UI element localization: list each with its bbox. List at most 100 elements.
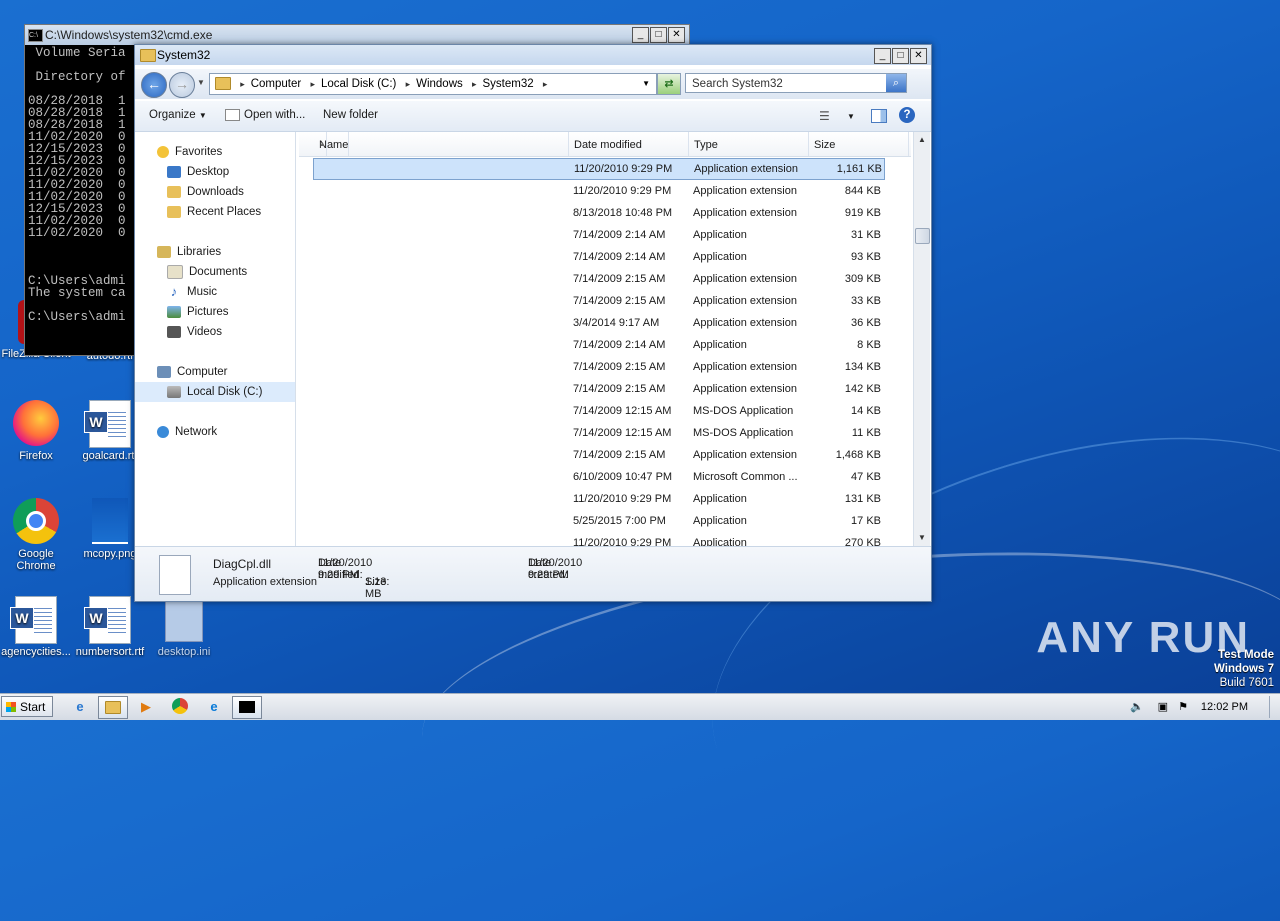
address-dropdown-icon[interactable]: ▼ bbox=[642, 74, 650, 94]
nav-pictures[interactable]: Pictures bbox=[135, 302, 295, 322]
file-date: 7/14/2009 2:15 AM bbox=[573, 383, 666, 395]
breadcrumb-item[interactable]: ▸ System32 bbox=[472, 74, 534, 94]
explorer-window[interactable]: System32 _ □ ✕ ← → ▼ ▸ Computer ▸ Local Di… bbox=[134, 44, 932, 602]
column-size[interactable]: Size bbox=[809, 132, 909, 156]
file-row[interactable]: diskpart.exe11/20/2010 9:29 PMApplicatio… bbox=[313, 488, 885, 510]
file-date: 7/14/2009 2:14 AM bbox=[573, 251, 666, 263]
internet-explorer-icon[interactable]: e bbox=[66, 696, 94, 717]
nav-downloads[interactable]: Downloads bbox=[135, 182, 295, 202]
refresh-button[interactable]: ⇄ bbox=[657, 73, 681, 95]
column-date-modified[interactable]: Date modified bbox=[569, 132, 689, 156]
nav-libraries[interactable]: Libraries bbox=[135, 242, 295, 262]
explorer-taskbar-icon[interactable] bbox=[98, 696, 128, 719]
media-player-icon[interactable]: ▶ bbox=[132, 696, 160, 717]
back-button[interactable]: ← bbox=[141, 72, 167, 98]
column-type[interactable]: Type bbox=[689, 132, 809, 156]
file-row[interactable]: diskraid.exe11/20/2010 9:29 PMApplicatio… bbox=[313, 532, 885, 546]
desktop-icon-numbersort[interactable]: numbersort.rtf bbox=[74, 596, 146, 658]
file-row[interactable]: diskperf.exe5/25/2015 7:00 PMApplication… bbox=[313, 510, 885, 532]
maximize-button[interactable]: □ bbox=[892, 48, 909, 64]
file-row[interactable]: diagtrack.dll8/13/2018 10:48 PMApplicati… bbox=[313, 202, 885, 224]
file-date: 6/10/2009 10:47 PM bbox=[573, 471, 673, 483]
file-row[interactable]: difxapi.dll7/14/2009 2:15 AMApplication … bbox=[313, 268, 885, 290]
close-button[interactable]: ✕ bbox=[910, 48, 927, 64]
breadcrumb-chevron-icon[interactable]: ▸ bbox=[543, 74, 554, 94]
file-row[interactable]: diantz.exe7/14/2009 2:14 AMApplication93… bbox=[313, 246, 885, 268]
file-type: Application bbox=[693, 493, 747, 505]
dll-file-icon bbox=[159, 555, 191, 595]
desktop-icon-agencycities[interactable]: agencycities... bbox=[0, 596, 72, 658]
column-name[interactable]: Name ▲ bbox=[309, 132, 569, 156]
file-date: 7/14/2009 12:15 AM bbox=[573, 427, 672, 439]
word-doc-icon bbox=[84, 596, 131, 644]
breadcrumb-item[interactable]: ▸ Computer bbox=[240, 74, 301, 94]
cmd-taskbar-icon[interactable] bbox=[232, 696, 262, 719]
close-button[interactable]: ✕ bbox=[668, 27, 685, 43]
organize-button[interactable]: Organize ▼ bbox=[149, 109, 207, 121]
chrome-taskbar-icon[interactable] bbox=[166, 696, 194, 717]
desktop-icon-desktop-ini[interactable]: desktop.ini bbox=[148, 596, 220, 658]
desktop-icon-chrome[interactable]: Google Chrome bbox=[0, 498, 72, 572]
desktop-icon-firefox[interactable]: Firefox bbox=[0, 400, 72, 462]
nav-documents[interactable]: Documents bbox=[135, 262, 295, 282]
file-size: 14 KB bbox=[851, 405, 881, 417]
vertical-scrollbar[interactable]: ▲ ▼ bbox=[913, 132, 930, 546]
search-input[interactable]: Search System32 ⌕ bbox=[685, 73, 907, 93]
file-row[interactable]: diskmgmt.msc6/10/2009 10:47 PMMicrosoft … bbox=[313, 466, 885, 488]
address-bar[interactable]: ▸ Computer ▸ Local Disk (C:) ▸ Windows ▸ Sys… bbox=[209, 73, 657, 95]
nav-music[interactable]: ♪ Music bbox=[135, 282, 295, 302]
file-row[interactable]: dialer.exe7/14/2009 2:14 AMApplication31… bbox=[313, 224, 885, 246]
breadcrumb-item[interactable]: ▸ Local Disk (C:) bbox=[310, 74, 396, 94]
file-size: 93 KB bbox=[851, 251, 881, 263]
change-view-icon[interactable]: ☰ bbox=[819, 109, 830, 123]
scrollbar-thumb[interactable] bbox=[915, 228, 930, 244]
file-size: 31 KB bbox=[851, 229, 881, 241]
help-icon[interactable]: ? bbox=[899, 107, 915, 123]
cmd-titlebar[interactable]: C:\ C:\Windows\system32\cmd.exe _ □ ✕ bbox=[25, 25, 689, 45]
file-row[interactable]: dimsjob.dll7/14/2009 2:15 AMApplication … bbox=[313, 290, 885, 312]
word-doc-icon bbox=[10, 596, 57, 644]
scroll-up-arrow-icon[interactable]: ▲ bbox=[914, 132, 930, 148]
action-center-flag-icon[interactable]: ⚑ bbox=[1178, 694, 1188, 720]
nav-videos[interactable]: Videos bbox=[135, 322, 295, 342]
scroll-down-arrow-icon[interactable]: ▼ bbox=[914, 530, 930, 546]
file-row[interactable]: dinotify.exe7/14/2009 2:14 AMApplication… bbox=[313, 334, 885, 356]
nav-network[interactable]: Network bbox=[135, 422, 295, 442]
file-size: 270 KB bbox=[844, 537, 881, 546]
explorer-titlebar[interactable]: System32 _ □ ✕ bbox=[135, 45, 931, 65]
breadcrumb-item[interactable]: ▸ Windows bbox=[406, 74, 463, 94]
search-icon[interactable]: ⌕ bbox=[886, 74, 906, 92]
start-button[interactable]: Start bbox=[1, 696, 53, 717]
desktop-icon bbox=[167, 165, 181, 178]
network-tray-icon[interactable]: ▣ bbox=[1158, 694, 1168, 720]
nav-recent-places[interactable]: Recent Places bbox=[135, 202, 295, 222]
minimize-button[interactable]: _ bbox=[874, 48, 891, 64]
open-with-button[interactable]: Open with... bbox=[225, 109, 305, 121]
preview-pane-icon[interactable] bbox=[871, 109, 887, 123]
file-row[interactable]: dinput8.dll7/14/2009 2:15 AMApplication … bbox=[313, 378, 885, 400]
edge-icon[interactable]: e bbox=[200, 696, 228, 717]
file-row[interactable]: DiagCpl.dll11/20/2010 9:29 PMApplication… bbox=[313, 158, 885, 180]
nav-local-disk[interactable]: Local Disk (C:) bbox=[135, 382, 295, 402]
clock[interactable]: 12:02 PM bbox=[1201, 694, 1248, 720]
nav-desktop[interactable]: Desktop bbox=[135, 162, 295, 182]
file-row[interactable]: dinput.dll7/14/2009 2:15 AMApplication e… bbox=[313, 356, 885, 378]
volume-icon[interactable]: 🔈 bbox=[1130, 694, 1144, 720]
file-size: 1,161 KB bbox=[836, 163, 882, 175]
forward-button[interactable]: → bbox=[169, 72, 195, 98]
file-row[interactable]: dimsroam.dll3/4/2014 9:17 AMApplication … bbox=[313, 312, 885, 334]
maximize-button[interactable]: □ bbox=[650, 27, 667, 43]
file-row[interactable]: diskcomp.com7/14/2009 12:15 AMMS-DOS App… bbox=[313, 400, 885, 422]
file-row[interactable]: diagperf.dll11/20/2010 9:29 PMApplicatio… bbox=[313, 180, 885, 202]
file-row[interactable]: diskcopy.dll7/14/2009 2:15 AMApplication… bbox=[313, 444, 885, 466]
minimize-button[interactable]: _ bbox=[632, 27, 649, 43]
file-row[interactable]: diskcopy.com7/14/2009 12:15 AMMS-DOS App… bbox=[313, 422, 885, 444]
recent-pages-dropdown-icon[interactable]: ▼ bbox=[197, 78, 205, 87]
nav-computer[interactable]: Computer bbox=[135, 362, 295, 382]
open-with-icon bbox=[225, 109, 240, 121]
view-options-dropdown-icon[interactable]: ▼ bbox=[847, 112, 855, 121]
nav-favorites[interactable]: Favorites bbox=[135, 142, 295, 162]
new-folder-button[interactable]: New folder bbox=[323, 109, 378, 121]
file-date: 3/4/2014 9:17 AM bbox=[573, 317, 660, 329]
show-desktop-button[interactable] bbox=[1269, 696, 1280, 718]
